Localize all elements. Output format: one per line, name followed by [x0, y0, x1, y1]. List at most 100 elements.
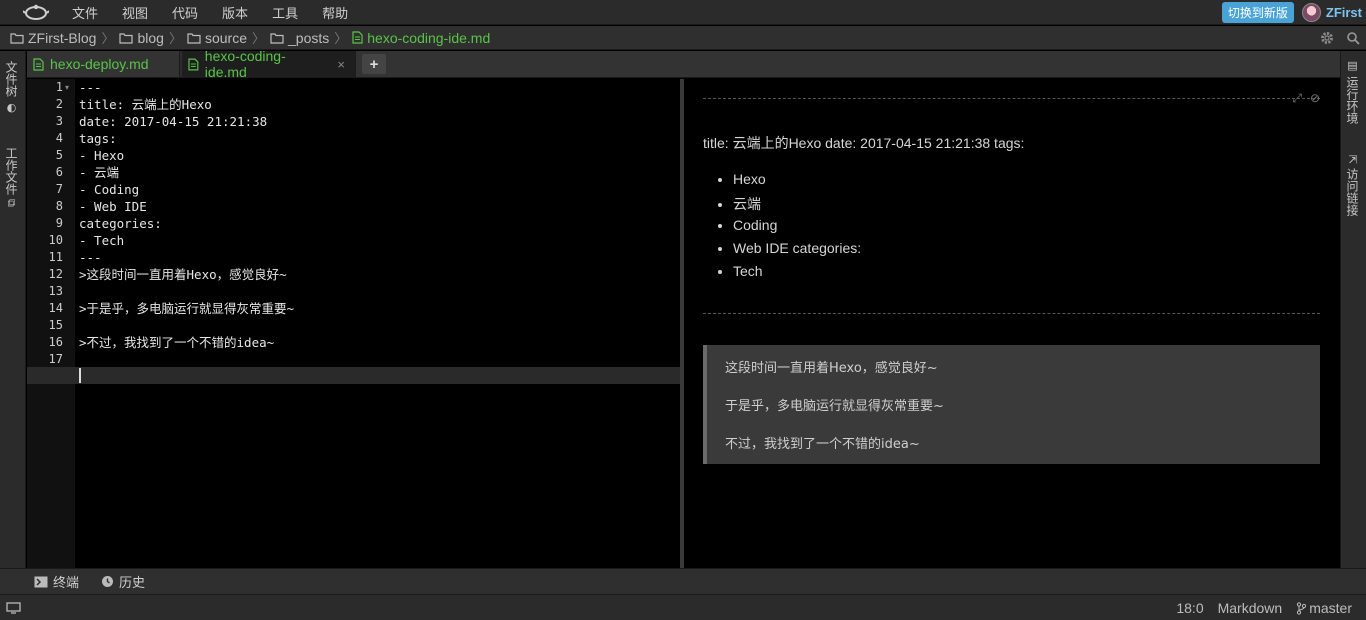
menu-code[interactable]: 代码	[172, 3, 198, 22]
user-area: 切换到新版 ZFirst	[1221, 0, 1362, 25]
files-icon: ⧉	[5, 199, 18, 207]
sidebar-label: 工作文件	[4, 147, 18, 195]
tab-access-link[interactable]: ⇱ 访问链接	[1344, 155, 1361, 216]
terminal-icon	[34, 576, 48, 587]
markdown-preview: ⤢ ⊘ title: 云端上的Hexo date: 2017-04-15 21:…	[684, 79, 1340, 568]
fold-arrow-icon[interactable]: ▾	[65, 83, 69, 92]
menu-version[interactable]: 版本	[222, 3, 248, 22]
quote-paragraph: 不过，我找到了一个不错的idea~	[725, 437, 920, 452]
search-icon[interactable]	[1346, 31, 1360, 45]
preview-meta-text: title: 云端上的Hexo date: 2017-04-15 21:21:3…	[703, 135, 1025, 151]
chevron-right-icon: 〉	[334, 31, 348, 46]
avatar[interactable]	[1301, 3, 1321, 22]
tab-label: hexo-deploy.md	[50, 56, 149, 72]
code-line: - Hexo	[79, 148, 125, 163]
cursor-position[interactable]: 18:0	[1176, 600, 1203, 616]
line-gutter: 1▾23456789101112131415161718	[27, 79, 75, 568]
list-item: Hexo	[733, 171, 861, 194]
hide-preview-icon[interactable]: ⊘	[1310, 91, 1320, 106]
breadcrumb-label: source	[204, 29, 247, 46]
folder-icon	[270, 32, 284, 44]
code-line: categories:	[79, 216, 162, 231]
expand-icon[interactable]: ⤢	[1292, 91, 1302, 106]
code-line: >于是乎，多电脑运行就显得灰常重要~	[79, 301, 295, 316]
breadcrumb-item-project[interactable]: ZFirst-Blog	[10, 30, 96, 46]
folder-icon	[119, 32, 134, 44]
line-number: 9	[55, 216, 63, 230]
git-branch[interactable]: master	[1296, 600, 1352, 616]
line-number: 2	[55, 97, 63, 111]
status-info: 18:0 Markdown master	[1176, 595, 1352, 620]
list-item: 云端	[733, 194, 861, 217]
menu-file[interactable]: 文件	[72, 3, 98, 22]
tab-hexo-coding-ide[interactable]: hexo-coding-ide.md ×	[180, 48, 356, 80]
breadcrumb-item-blog[interactable]: blog	[119, 29, 164, 46]
history-button[interactable]: 历史	[101, 572, 145, 591]
gear-icon[interactable]	[1320, 31, 1334, 45]
quote-paragraph: 于是乎，多电脑运行就显得灰常重要~	[725, 399, 944, 414]
file-tree-icon: ◐	[5, 101, 18, 114]
folder-icon	[187, 32, 201, 44]
quote-paragraph: 这段时间一直用着Hexo，感觉良好~	[725, 361, 938, 376]
editor-tab-bar: hexo-deploy.md hexo-coding-ide.md × +	[27, 48, 1340, 80]
line-number: 11	[48, 250, 63, 264]
left-sidebar: 文件树 ◐ 工作文件 ⧉	[0, 51, 26, 568]
tab-runtime-env[interactable]: ▤ 运行环境	[1344, 59, 1361, 124]
line-number: 10	[48, 233, 63, 247]
line-number: 16	[48, 335, 63, 349]
code-line: ---	[79, 80, 102, 95]
sidebar-label: 运行环境	[1345, 76, 1359, 124]
preview-tools: ⤢ ⊘	[1292, 91, 1320, 106]
line-number: 14	[48, 301, 63, 315]
branch-icon	[1297, 601, 1307, 615]
menu-bar: 文件 视图 代码 版本 工具 帮助 切换到新版 ZFirst	[0, 0, 1366, 25]
breadcrumb-item-source[interactable]: source	[187, 30, 247, 46]
active-line-highlight	[75, 367, 680, 384]
line-number: 8	[55, 199, 63, 213]
terminal-button[interactable]: 终端	[34, 572, 79, 591]
monitor-icon[interactable]	[6, 601, 21, 614]
menu-tools[interactable]: 工具	[272, 3, 298, 22]
line-number: 15	[48, 318, 63, 332]
file-icon	[33, 57, 44, 71]
line-number: 7	[55, 182, 63, 196]
folder-icon	[10, 32, 24, 44]
right-sidebar: ▤ 运行环境 ⇱ 访问链接	[1340, 51, 1366, 568]
horizontal-rule	[703, 98, 1320, 99]
tab-file-tree[interactable]: 文件树 ◐	[3, 61, 20, 114]
preview-tag-list: Hexo 云端 Coding Web IDE categories: Tech	[733, 171, 861, 286]
file-icon	[352, 31, 363, 44]
language-mode[interactable]: Markdown	[1218, 600, 1283, 616]
menu-view[interactable]: 视图	[122, 3, 148, 22]
file-icon	[188, 58, 199, 70]
add-tab-button[interactable]: +	[362, 54, 386, 74]
close-icon[interactable]: ×	[337, 57, 345, 72]
code-editor[interactable]: 1▾23456789101112131415161718 ---title: 云…	[27, 79, 680, 568]
tab-working-files[interactable]: 工作文件 ⧉	[3, 147, 20, 207]
code-line: >这段时间一直用着Hexo，感觉良好~	[79, 267, 287, 282]
code-line: >不过，我找到了一个不错的idea~	[79, 335, 275, 350]
code-line: title: 云端上的Hexo	[79, 97, 212, 112]
breadcrumb: ZFirst-Blog 〉 blog 〉 source 〉 _posts 〉 h…	[0, 26, 1366, 50]
status-bar: 18:0 Markdown master	[0, 594, 1366, 620]
tab-hexo-deploy[interactable]: hexo-deploy.md	[27, 51, 180, 77]
active-line-gutter	[27, 367, 75, 384]
code-line: date: 2017-04-15 21:21:38	[79, 114, 268, 129]
branch-label: master	[1309, 600, 1352, 616]
switch-new-version-button[interactable]: 切换到新版	[1221, 2, 1294, 23]
sidebar-label: 文件树	[4, 61, 18, 97]
line-number: 17	[48, 352, 63, 366]
line-number: 12	[48, 267, 63, 281]
menu-help[interactable]: 帮助	[322, 3, 348, 22]
username[interactable]: ZFirst	[1326, 5, 1362, 20]
coding-logo-icon[interactable]	[0, 0, 72, 25]
breadcrumb-label: _posts	[288, 29, 330, 46]
breadcrumb-label: blog	[137, 29, 164, 46]
line-number: 3	[55, 114, 63, 128]
code-line: - Web IDE	[79, 199, 147, 214]
breadcrumb-item-file[interactable]: hexo-coding-ide.md	[352, 30, 490, 46]
external-link-icon: ⇱	[1346, 155, 1359, 165]
list-item: Tech	[733, 263, 861, 286]
breadcrumb-tools	[1320, 26, 1360, 50]
breadcrumb-item-posts[interactable]: _posts	[270, 30, 329, 46]
